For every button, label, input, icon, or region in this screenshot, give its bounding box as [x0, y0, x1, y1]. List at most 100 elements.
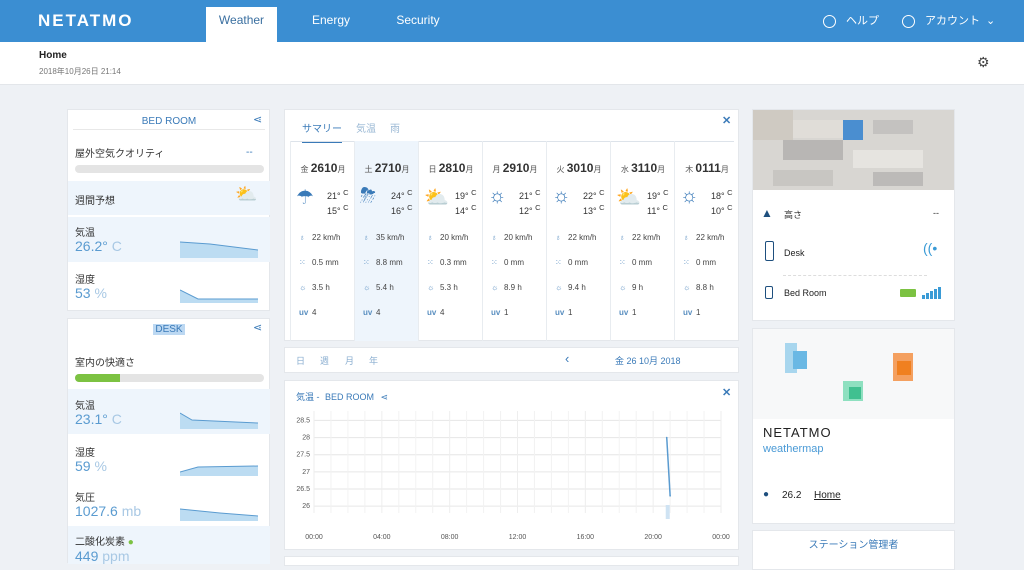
chevron-down-icon: ⌄ — [986, 15, 996, 27]
day-number: 30 — [566, 161, 581, 175]
data-point — [665, 436, 668, 439]
y-tick-label: 26.5 — [296, 486, 310, 493]
close-icon[interactable]: ✕ — [722, 114, 731, 127]
humidity-row[interactable]: 湿度 53 % — [68, 264, 270, 310]
tab-energy[interactable]: Energy — [297, 7, 365, 42]
y-tick-label: 27.5 — [296, 452, 310, 459]
pressure-row[interactable]: 気圧 1027.6 mb — [68, 483, 270, 526]
help-link[interactable]: ヘルプ — [823, 12, 879, 28]
humidity-row[interactable]: 湿度 59 % — [68, 436, 270, 481]
period-week[interactable]: 週 — [320, 354, 329, 367]
humidity-number: 53 — [75, 285, 91, 301]
month-number: 10 — [644, 161, 658, 175]
tab-temperature[interactable]: 気温 — [356, 120, 376, 135]
period-month[interactable]: 月 — [345, 354, 354, 367]
humidity-sparkline — [180, 465, 258, 476]
uv-value: 1 — [632, 308, 637, 317]
home-link[interactable]: Home — [814, 490, 841, 501]
air-quality-bar — [75, 165, 264, 173]
forecast-day-4[interactable]: 火 3010月 ☼ 22° C 13° C ♁ 22 km/h ⁙ 0 mm ☼ 9.4 h uv 1 — [546, 141, 610, 341]
y-tick-label: 26 — [302, 503, 310, 510]
humidity-number: 59 — [75, 458, 91, 474]
forecast-label: 週間予想 — [75, 196, 115, 207]
module-desk[interactable]: Desk — [784, 248, 805, 258]
station-manager-title[interactable]: ステーション管理者 — [753, 536, 954, 551]
share-icon[interactable]: ⋖ — [253, 321, 262, 334]
share-icon[interactable]: ⋖ — [253, 113, 262, 126]
month-suffix: 月 — [337, 165, 346, 174]
wind-icon: ♁ — [491, 233, 497, 242]
temp-low: 11° — [647, 206, 660, 216]
forecast-day-0[interactable]: 金 2610月 ☂ 21° C 15° C ♁ 22 km/h ⁙ 0.5 mm ☼ 3.5 h u… — [290, 141, 354, 341]
desk-title[interactable]: DESK — [68, 324, 270, 335]
temperature-range: 21° C 12° C — [519, 187, 541, 217]
humidity-unit: % — [94, 285, 107, 301]
divider — [783, 275, 927, 276]
temp-high: 21° — [519, 191, 533, 201]
temp-unit: C — [535, 188, 541, 197]
forecast-day-1[interactable]: 土 2710月 ⛈ 24° C 16° C ♁ 35 km/h ⁙ 8.8 mm ☼ 5.4 h u… — [354, 141, 418, 341]
settings-gear-icon[interactable]: ⚙ — [977, 54, 990, 71]
tab-rain[interactable]: 雨 — [390, 120, 400, 135]
humidity-label: 湿度 — [75, 448, 95, 459]
netatmo-logo[interactable]: NETATMO — [38, 11, 134, 31]
temperature-sparkline — [180, 241, 258, 258]
weekday: 火 — [556, 165, 565, 174]
temp-unit: C — [599, 188, 605, 197]
month-suffix: 月 — [529, 165, 538, 174]
sun-value: 9 h — [632, 283, 644, 292]
sun-icon: ☼ — [491, 283, 499, 292]
x-tick-label: 20:00 — [644, 534, 662, 541]
uv-label: uv — [683, 308, 693, 317]
uv-label: uv — [427, 308, 437, 317]
tab-weather[interactable]: Weather — [206, 7, 277, 42]
forecast-row[interactable]: 週間予想 ⛅ — [68, 181, 270, 215]
co2-unit: ppm — [102, 548, 130, 564]
temperature-line — [665, 437, 671, 496]
forecast-day-2[interactable]: 日 2810月 ⛅ 19° C 14° C ♁ 20 km/h ⁙ 0.3 mm ☼ 5.3 h u… — [418, 141, 482, 341]
wifi-icon: ((• — [923, 240, 938, 256]
day-number: 28 — [438, 161, 453, 175]
tab-security[interactable]: Security — [383, 7, 453, 42]
forecast-day-6[interactable]: 木 0111月 ☼ 18° C 10° C ♁ 22 km/h ⁙ 0 mm ☼ 8.8 h uv 1 — [674, 141, 738, 341]
temperature-label: 気温 — [75, 401, 95, 412]
day-header: 水 3110月 — [611, 161, 675, 175]
weather-icon: ⛅ — [424, 187, 449, 209]
module-bedroom[interactable]: Bed Room — [784, 288, 827, 298]
uv-label: uv — [555, 308, 565, 317]
humidity-sparkline — [180, 289, 258, 303]
uv-label: uv — [363, 308, 373, 317]
y-tick-label: 27 — [302, 469, 310, 476]
chart-panel: 気温 - BED ROOM ⋖ ✕ 28.5 28 27.5 27 26.5 26 00:0… — [284, 380, 739, 550]
forecast-day-3[interactable]: 月 2910月 ☼ 21° C 12° C ♁ 20 km/h ⁙ 0 mm ☼ 8.9 h uv 1 — [482, 141, 546, 341]
station-title[interactable]: Home — [39, 50, 67, 61]
x-tick-label: 08:00 — [441, 534, 459, 541]
x-tick-label: 00:00 — [305, 534, 323, 541]
tab-summary[interactable]: サマリー — [302, 120, 342, 143]
y-tick-label: 28.5 — [296, 417, 310, 424]
bedroom-panel: BED ROOM ⋖ 屋外空気クオリティ -- 週間予想 ⛅ 気温 26.2° … — [67, 109, 270, 311]
wind-icon: ♁ — [363, 233, 369, 242]
period-year[interactable]: 年 — [369, 354, 378, 367]
data-point — [669, 495, 671, 497]
temp-low: 13° — [583, 206, 597, 216]
period-day[interactable]: 日 — [296, 354, 305, 367]
account-menu[interactable]: アカウント ⌄ — [902, 12, 995, 28]
uv-value: 1 — [696, 308, 701, 317]
rain-value: 8.8 mm — [376, 258, 403, 267]
comfort-bar-fill — [75, 374, 121, 382]
temperature-row[interactable]: 気温 26.2° C — [68, 217, 270, 262]
co2-row[interactable]: 二酸化炭素 ● 449 ppm — [68, 526, 270, 564]
chevron-left-icon[interactable]: ‹ — [565, 351, 569, 366]
mountain-icon: ▲ — [761, 206, 773, 220]
bedroom-title[interactable]: BED ROOM — [68, 116, 270, 127]
temperature-range: 18° C 10° C — [711, 187, 733, 217]
month-suffix: 月 — [401, 165, 410, 174]
weathermap-panel[interactable]: NETATMO weathermap ● 26.2 Home — [752, 328, 955, 524]
forecast-day-5[interactable]: 水 3110月 ⛅ 19° C 11° C ♁ 22 km/h ⁙ 0 mm ☼ 9 h uv 1 — [610, 141, 674, 341]
temperature-row[interactable]: 気温 23.1° C — [68, 389, 270, 434]
sun-value: 9.4 h — [568, 283, 586, 292]
humidity-unit: % — [94, 458, 107, 474]
rain-value: 0.3 mm — [440, 258, 467, 267]
uv-label: uv — [619, 308, 629, 317]
